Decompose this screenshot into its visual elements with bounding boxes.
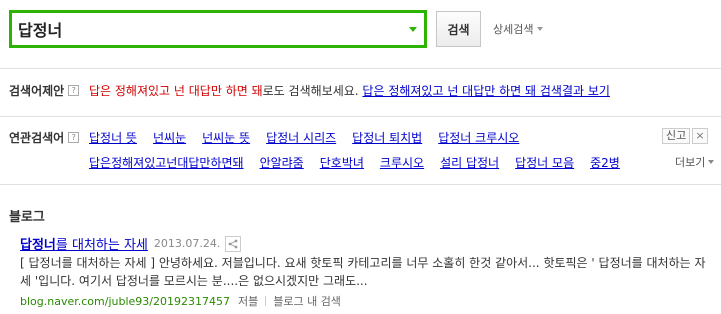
related-row-2: 답은정해져있고넌대답만하면돼 안알랴줌 단호박녀 크루시오 설리 답정너 답정너 모음 중2…	[89, 154, 636, 171]
advanced-search-button[interactable]: 상세검색	[493, 21, 544, 37]
related-link[interactable]: 답은정해져있고넌대답만하면돼	[89, 156, 244, 170]
related-link[interactable]: 중2병	[590, 156, 620, 170]
suggestion-text: 답은 정해져있고 넌 대답만 하면 돼로도 검색해보세요. 답은 정해져있고 넌…	[89, 82, 610, 99]
blog-post-snippet: [ 답정너를 대처하는 자세 ] 안녕하세요. 저블입니다. 요새 핫토픽 카테…	[20, 256, 706, 288]
help-icon[interactable]: ?	[68, 85, 80, 96]
search-bar: 검색 상세검색	[9, 10, 544, 48]
search-input[interactable]	[12, 14, 409, 44]
suggestion-mid-text: 로도 검색해보세요.	[262, 84, 359, 98]
related-link[interactable]: 답정너 뜻	[89, 131, 137, 145]
related-link[interactable]: 크루시오	[380, 156, 424, 170]
related-link[interactable]: 넌씨눈	[153, 131, 186, 145]
related-link[interactable]: 답정너 퇴치법	[352, 131, 422, 145]
chevron-down-icon	[537, 27, 544, 31]
suggested-results-link[interactable]: 답은 정해져있고 넌 대답만 하면 돼 검색결과 보기	[362, 84, 610, 98]
blog-post-title[interactable]: 답정너를 대처하는 자세	[20, 234, 148, 253]
divider	[0, 68, 721, 69]
share-icon[interactable]	[225, 235, 242, 252]
related-link[interactable]: 안알랴줌	[260, 156, 304, 170]
related-link[interactable]: 답정너 크루시오	[438, 131, 519, 145]
related-link[interactable]: 단호박녀	[320, 156, 364, 170]
post-author[interactable]: 저블	[238, 293, 258, 309]
related-label: 연관검색어 ?	[9, 129, 80, 146]
blog-section-title: 블로그	[9, 210, 45, 225]
post-date: 2013.07.24.	[153, 237, 221, 250]
related-row-1: 답정너 뜻 넌씨눈 넌씨눈 뜻 답정너 시리즈 답정너 퇴치법 답정너 크루시오	[89, 129, 535, 146]
title-rest: 를 대처하는 자세	[55, 238, 148, 253]
search-box[interactable]	[9, 10, 427, 48]
autocomplete-toggle-icon[interactable]	[409, 26, 417, 32]
related-link[interactable]: 답정너 모음	[515, 156, 574, 170]
suggestion-label-text: 검색어제안	[9, 84, 65, 98]
more-button[interactable]: 더보기	[675, 154, 715, 170]
divider	[0, 116, 721, 117]
report-button[interactable]: 신고	[662, 128, 691, 144]
blog-search-link[interactable]: 블로그 내 검색	[273, 293, 341, 309]
suggestion-label: 검색어제안 ?	[9, 82, 80, 99]
related-link[interactable]: 답정너 시리즈	[266, 131, 336, 145]
related-link[interactable]: 설리 답정너	[440, 156, 499, 170]
divider	[265, 296, 267, 306]
search-results-page: 검색 상세검색 검색어제안 ? 답은 정해져있고 넌 대답만 하면 돼로도 검색…	[0, 0, 721, 314]
suggested-query[interactable]: 답은 정해져있고 넌 대답만 하면 돼	[89, 84, 263, 98]
related-label-text: 연관검색어	[9, 131, 65, 145]
post-url[interactable]: blog.naver.com/juble93/20192317457	[20, 295, 230, 308]
close-icon[interactable]: ×	[692, 128, 708, 144]
chevron-down-icon	[708, 160, 715, 164]
more-label: 더보기	[675, 156, 706, 169]
related-link[interactable]: 넌씨눈 뜻	[202, 131, 250, 145]
divider	[0, 184, 721, 185]
blog-post-meta: blog.naver.com/juble93/20192317457 저블 블로…	[20, 293, 341, 309]
advanced-search-label: 상세검색	[493, 23, 534, 36]
search-button[interactable]: 검색	[436, 11, 481, 47]
blog-post-header: 답정너를 대처하는 자세 2013.07.24.	[20, 234, 242, 253]
title-highlight: 답정너	[20, 238, 56, 253]
help-icon[interactable]: ?	[68, 132, 80, 143]
